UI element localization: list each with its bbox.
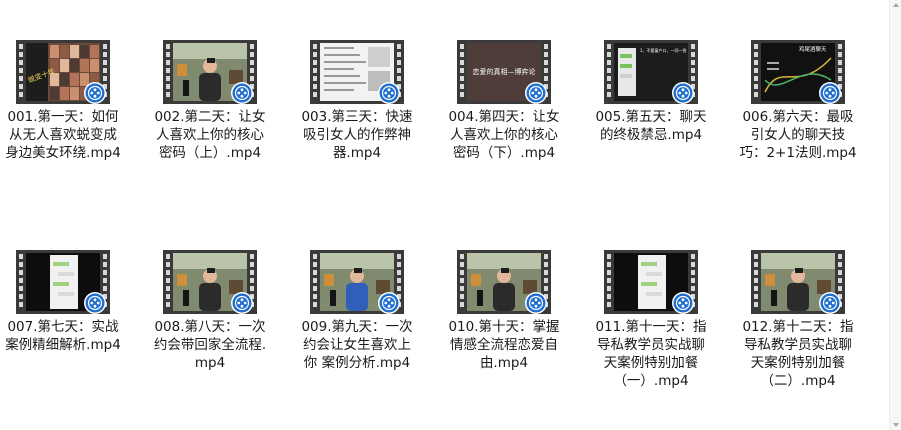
video-file-icon — [84, 292, 106, 314]
video-file-icon — [84, 82, 106, 104]
video-file-icon — [525, 292, 547, 314]
file-item[interactable]: 008.第八天：一次约会带回家全流程.mp4 — [151, 250, 269, 420]
file-name-label: 008.第八天：一次约会带回家全流程.mp4 — [153, 319, 267, 371]
file-item[interactable]: 009.第九天：一次约会让女生喜欢上你 案例分析.mp4 — [298, 250, 416, 420]
file-name-label: 009.第九天：一次约会让女生喜欢上你 案例分析.mp4 — [301, 319, 413, 371]
file-explorer-window: 蜕变十年 001.第一天：如何从无人喜欢蜕变成身边美女环绕.mp4 002.第二… — [0, 0, 901, 430]
file-item[interactable]: 鸡尾酒聊天 006.第六天：最吸引女人的聊天技巧：2+1法则.mp4 — [739, 40, 857, 210]
file-item[interactable]: 012.第十二天：指导私教学员实战聊天案例特别加餐（二）.mp4 — [739, 250, 857, 420]
file-name-label: 005.第五天：聊天的终极禁忌.mp4 — [595, 109, 707, 143]
video-thumbnail[interactable]: 1、不要窗户口，一问一答 — [604, 40, 698, 104]
file-item[interactable]: 恋爱的真相—博弈论 004.第四天：让女人喜欢上你的核心密码（下）.mp4 — [445, 40, 563, 210]
video-thumbnail[interactable]: 鸡尾酒聊天 — [751, 40, 845, 104]
video-file-icon — [231, 292, 253, 314]
file-name-label: 011.第十一天：指导私教学员实战聊天案例特别加餐（一）.mp4 — [595, 319, 707, 389]
video-file-icon — [819, 82, 841, 104]
file-item[interactable]: 003.第三天：快速吸引女人的作弊神器.mp4 — [298, 40, 416, 210]
video-thumbnail[interactable] — [310, 250, 404, 314]
file-name-label: 006.第六天：最吸引女人的聊天技巧：2+1法则.mp4 — [739, 109, 857, 161]
video-thumbnail[interactable] — [457, 250, 551, 314]
file-name-label: 003.第三天：快速吸引女人的作弊神器.mp4 — [301, 109, 413, 161]
file-grid: 蜕变十年 001.第一天：如何从无人喜欢蜕变成身边美女环绕.mp4 002.第二… — [0, 0, 890, 430]
file-name-label: 007.第七天：实战案例精细解析.mp4 — [5, 319, 121, 353]
video-thumbnail[interactable] — [751, 250, 845, 314]
video-thumbnail[interactable] — [604, 250, 698, 314]
file-item[interactable]: 011.第十一天：指导私教学员实战聊天案例特别加餐（一）.mp4 — [592, 250, 710, 420]
video-file-icon — [672, 82, 694, 104]
video-thumbnail[interactable] — [16, 250, 110, 314]
video-thumbnail[interactable] — [163, 40, 257, 104]
thumb-caption: 恋爱的真相—博弈论 — [473, 67, 536, 76]
file-item[interactable]: 1、不要窗户口，一问一答 005.第五天：聊天的终极禁忌.mp4 — [592, 40, 710, 210]
video-file-icon — [672, 292, 694, 314]
video-thumbnail[interactable] — [163, 250, 257, 314]
scroll-down-icon[interactable] — [893, 423, 899, 427]
file-name-label: 012.第十二天：指导私教学员实战聊天案例特别加餐（二）.mp4 — [742, 319, 854, 389]
file-name-label: 002.第二天：让女人喜欢上你的核心密码（上）.mp4 — [154, 109, 266, 161]
file-item[interactable]: 007.第七天：实战案例精细解析.mp4 — [4, 250, 122, 420]
file-item[interactable]: 002.第二天：让女人喜欢上你的核心密码（上）.mp4 — [151, 40, 269, 210]
video-thumbnail[interactable]: 蜕变十年 — [16, 40, 110, 104]
video-file-icon — [525, 82, 547, 104]
file-item[interactable]: 010.第十天：掌握情感全流程恋爱自由.mp4 — [445, 250, 563, 420]
file-item[interactable]: 蜕变十年 001.第一天：如何从无人喜欢蜕变成身边美女环绕.mp4 — [4, 40, 122, 210]
file-name-label: 010.第十天：掌握情感全流程恋爱自由.mp4 — [448, 319, 560, 371]
video-file-icon — [378, 82, 400, 104]
scroll-up-icon[interactable] — [893, 3, 899, 7]
video-thumbnail[interactable]: 恋爱的真相—博弈论 — [457, 40, 551, 104]
video-file-icon — [231, 82, 253, 104]
video-thumbnail[interactable] — [310, 40, 404, 104]
vertical-scrollbar[interactable] — [889, 0, 901, 430]
file-name-label: 004.第四天：让女人喜欢上你的核心密码（下）.mp4 — [448, 109, 560, 161]
video-file-icon — [819, 292, 841, 314]
file-name-label: 001.第一天：如何从无人喜欢蜕变成身边美女环绕.mp4 — [5, 109, 121, 161]
video-file-icon — [378, 292, 400, 314]
thumb-caption: 1、不要窗户口，一问一答 — [640, 47, 687, 53]
thumb-caption: 鸡尾酒聊天 — [799, 45, 827, 53]
